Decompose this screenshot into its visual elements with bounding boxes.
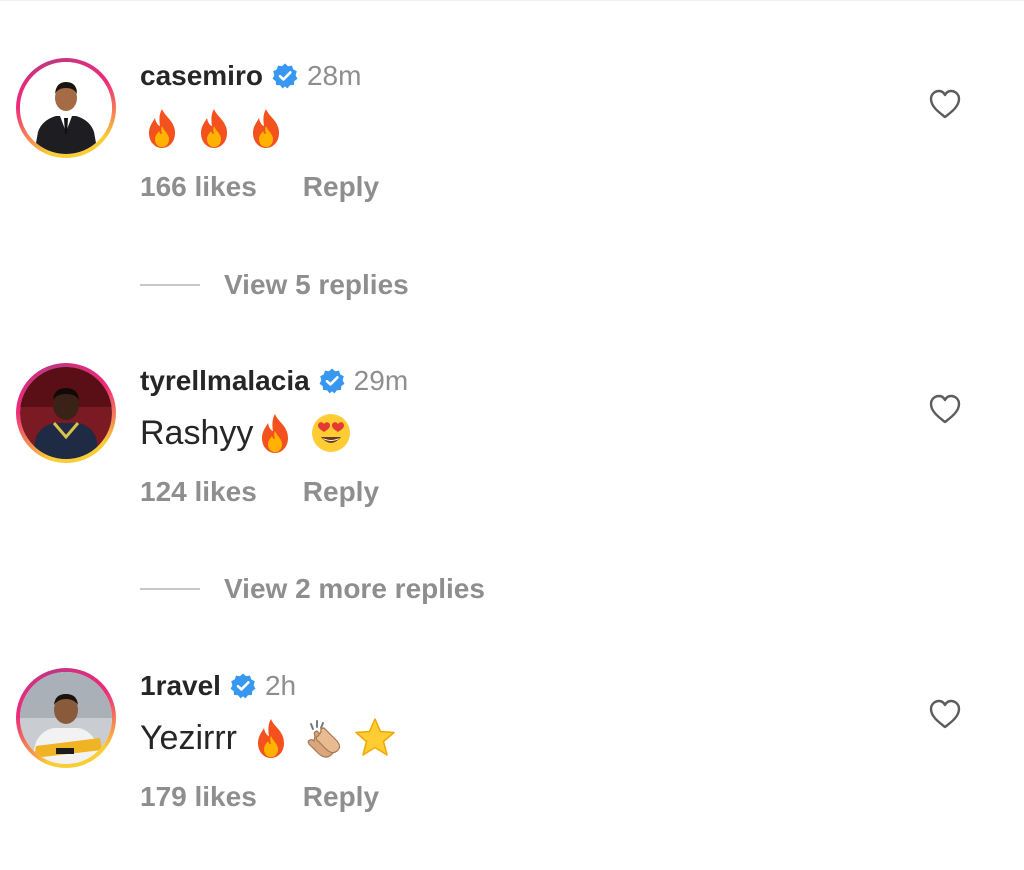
verified-badge-icon bbox=[271, 62, 299, 90]
likes-count[interactable]: 166 likes bbox=[140, 171, 257, 203]
comment-1ravel: 1ravel 2h Yezirrr 179 likes Reply bbox=[0, 668, 1024, 828]
view-replies-label[interactable]: View 5 replies bbox=[224, 269, 409, 301]
likes-count[interactable]: 179 likes bbox=[140, 781, 257, 813]
comment-header: 1ravel 2h bbox=[140, 668, 296, 704]
avatar-tyrellmalacia-image bbox=[20, 367, 112, 459]
heart-eyes-emoji-icon bbox=[309, 411, 353, 455]
fire-emoji-icon bbox=[192, 106, 236, 150]
view-replies-button[interactable]: View 2 more replies bbox=[140, 569, 485, 609]
replies-divider-line bbox=[140, 588, 200, 590]
star-emoji-icon bbox=[353, 716, 397, 760]
comment-tyrellmalacia: tyrellmalacia 29m Rashyy 124 likes Reply bbox=[0, 363, 1024, 523]
fire-emoji-icon bbox=[244, 106, 288, 150]
avatar-story-ring[interactable] bbox=[16, 363, 116, 463]
view-replies-button[interactable]: View 5 replies bbox=[140, 265, 409, 305]
heart-outline-icon[interactable] bbox=[928, 88, 962, 120]
comment-actions: 124 likes Reply bbox=[140, 473, 379, 511]
comment-timestamp: 29m bbox=[353, 365, 409, 396]
likes-count[interactable]: 124 likes bbox=[140, 476, 257, 508]
heart-outline-icon[interactable] bbox=[928, 393, 962, 425]
avatar bbox=[20, 672, 112, 764]
avatar-1ravel-image bbox=[20, 672, 112, 764]
reply-button[interactable]: Reply bbox=[303, 781, 379, 813]
verified-badge-icon bbox=[229, 672, 257, 700]
comment-header: tyrellmalacia 29m bbox=[140, 363, 408, 399]
comment-text: Yezirrr bbox=[140, 714, 397, 762]
clapping-hands-emoji-icon bbox=[301, 716, 345, 760]
comment-list: casemiro 28m 166 likes Reply View 5 repl… bbox=[0, 0, 1024, 870]
username[interactable]: 1ravel bbox=[140, 670, 221, 702]
verified-badge-icon bbox=[318, 367, 346, 395]
avatar bbox=[20, 367, 112, 459]
fire-emoji-icon bbox=[253, 411, 297, 455]
fire-emoji-icon bbox=[140, 106, 184, 150]
comment-actions: 166 likes Reply bbox=[140, 168, 379, 206]
reply-button[interactable]: Reply bbox=[303, 476, 379, 508]
avatar-story-ring[interactable] bbox=[16, 668, 116, 768]
comment-actions: 179 likes Reply bbox=[140, 778, 379, 816]
view-replies-label[interactable]: View 2 more replies bbox=[224, 573, 485, 605]
replies-divider-line bbox=[140, 284, 200, 286]
username[interactable]: casemiro bbox=[140, 60, 263, 92]
reply-button[interactable]: Reply bbox=[303, 171, 379, 203]
comment-body: Rashyy bbox=[140, 413, 254, 452]
avatar-story-ring[interactable] bbox=[16, 58, 116, 158]
comment-timestamp: 2h bbox=[264, 670, 297, 701]
comment-timestamp: 28m bbox=[306, 60, 362, 91]
avatar-casemiro-image bbox=[20, 62, 112, 154]
comment-body: Yezirrr bbox=[140, 718, 237, 757]
username[interactable]: tyrellmalacia bbox=[140, 365, 310, 397]
comment-header: casemiro 28m bbox=[140, 58, 361, 94]
comment-text: Rashyy bbox=[140, 409, 353, 457]
fire-emoji-icon bbox=[249, 716, 293, 760]
comment-text bbox=[140, 104, 288, 152]
heart-outline-icon[interactable] bbox=[928, 698, 962, 730]
comment-casemiro: casemiro 28m 166 likes Reply bbox=[0, 58, 1024, 218]
avatar bbox=[20, 62, 112, 154]
